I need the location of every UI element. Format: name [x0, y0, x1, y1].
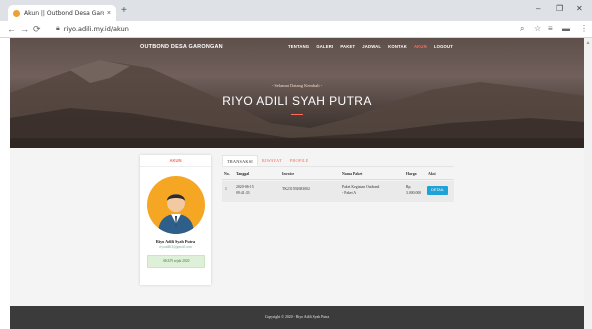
avatar — [147, 176, 205, 234]
nav-item-kontak[interactable]: KONTAK — [388, 44, 407, 49]
cell-tanggal-time: 09:41:33 — [236, 191, 250, 195]
column-header-tanggal: Tanggal — [236, 172, 250, 176]
profile-icon[interactable]: ▬ — [562, 24, 570, 34]
page-viewport: OUTBOND DESA GARONGAN TENTANG GALERI PAK… — [10, 38, 584, 329]
restore-icon[interactable]: ❐ — [556, 4, 563, 13]
url-field[interactable]: 🔒︎ riyo.adili.my.id/akun — [56, 23, 508, 35]
site-brand[interactable]: OUTBOND DESA GARONGAN — [140, 44, 223, 50]
account-tabs: TRANSAKSI RIWAYAT PROFILE — [222, 155, 454, 167]
new-tab-button[interactable]: + — [121, 5, 127, 17]
hero-underline-divider — [291, 114, 303, 115]
url-text: riyo.adili.my.id/akun — [63, 25, 129, 33]
search-icon[interactable]: ⌕ — [520, 24, 524, 34]
nav-item-paket[interactable]: PAKET — [340, 44, 355, 49]
browser-tab[interactable]: Akun || Outbond Desa Garongan × — [8, 5, 116, 21]
nav-menu: TENTANG GALERI PAKET JADWAL KONTAK AKUN … — [288, 44, 453, 49]
cell-no: 1 — [225, 187, 227, 191]
column-header-aksi: Aksi — [428, 172, 436, 176]
lock-icon: 🔒︎ — [56, 25, 60, 32]
column-header-no: No. — [224, 172, 230, 176]
table-header-row: No. Tanggal Invoice Nama Paket Harga Aks… — [222, 170, 454, 180]
tab-transaksi[interactable]: TRANSAKSI — [222, 155, 258, 166]
nav-item-galeri[interactable]: GALERI — [316, 44, 333, 49]
profile-card-header: AKUN — [140, 155, 211, 167]
cell-harga-amount: 3.000.000 — [406, 191, 422, 195]
cell-invoice: TK231592683002 — [282, 187, 310, 191]
profile-card: AKUN Riyo Adili Syah Putra riyoadili3@gm… — [140, 155, 211, 285]
reading-list-icon[interactable]: ≡ — [548, 24, 553, 34]
forward-icon[interactable]: → — [20, 23, 29, 35]
detail-button[interactable]: DETAIL — [427, 186, 448, 195]
column-header-harga: Harga — [406, 172, 417, 176]
address-bar-row: ← → ⟳ 🔒︎ riyo.adili.my.id/akun ⌕ ☆ ≡ ▬ ⋮ — [0, 21, 592, 38]
bookmark-star-icon[interactable]: ☆ — [534, 24, 541, 34]
nav-item-akun[interactable]: AKUN — [414, 44, 427, 49]
close-window-icon[interactable]: ✕ — [576, 4, 583, 13]
nav-item-logout[interactable]: LOGOUT — [434, 44, 453, 49]
column-header-invoice: Invoice — [282, 172, 295, 176]
nav-item-jadwal[interactable]: JADWAL — [362, 44, 381, 49]
site-navbar: OUTBOND DESA GARONGAN TENTANG GALERI PAK… — [10, 44, 584, 56]
back-icon[interactable]: ← — [7, 23, 16, 35]
page-scrollbar[interactable]: ▲ — [584, 38, 592, 329]
reload-icon[interactable]: ⟳ — [33, 23, 41, 35]
tab-profile[interactable]: PROFILE — [286, 155, 313, 166]
site-footer: Copyright © 2020 - Riyo Adili Syah Putra — [10, 306, 584, 329]
profile-name: Riyo Adili Syah Putra — [155, 239, 196, 244]
copyright-text: Copyright © 2020 - Riyo Adili Syah Putra — [264, 315, 330, 319]
close-tab-icon[interactable]: × — [107, 10, 111, 17]
cell-harga-currency: Rp. — [406, 185, 412, 189]
hero-user-name: RIYO ADILI SYAH PUTRA — [222, 94, 372, 108]
hero-welcome-text: - Selamat Datang Kembali - — [271, 83, 323, 88]
table-row: 1 2020-06-15 09:41:33 TK231592683002 Pak… — [222, 181, 454, 202]
cell-tanggal-date: 2020-06-15 — [236, 185, 254, 189]
cell-paket-line2: - Paket A — [342, 191, 357, 195]
account-since-badge: AKUN sejak 2020 — [147, 255, 205, 268]
favicon-icon — [13, 9, 20, 17]
cell-paket-line1: Paket Kegiatan Outbond — [342, 185, 380, 189]
profile-email: riyoadili3@gmail.com — [159, 245, 192, 249]
tab-riwayat[interactable]: RIWAYAT — [258, 155, 286, 166]
nav-item-tentang[interactable]: TENTANG — [288, 44, 309, 49]
hero-banner: OUTBOND DESA GARONGAN TENTANG GALERI PAK… — [10, 38, 584, 148]
column-header-nama-paket: Nama Paket — [342, 172, 363, 176]
scroll-up-arrow-icon[interactable]: ▲ — [585, 40, 591, 46]
minimize-icon[interactable]: – — [536, 4, 540, 13]
user-avatar-icon — [158, 194, 194, 234]
browser-tab-bar: Akun || Outbond Desa Garongan × + – ❐ ✕ — [0, 0, 592, 21]
menu-icon[interactable]: ⋮ — [580, 24, 588, 34]
tab-title: Akun || Outbond Desa Garongan — [24, 9, 104, 17]
